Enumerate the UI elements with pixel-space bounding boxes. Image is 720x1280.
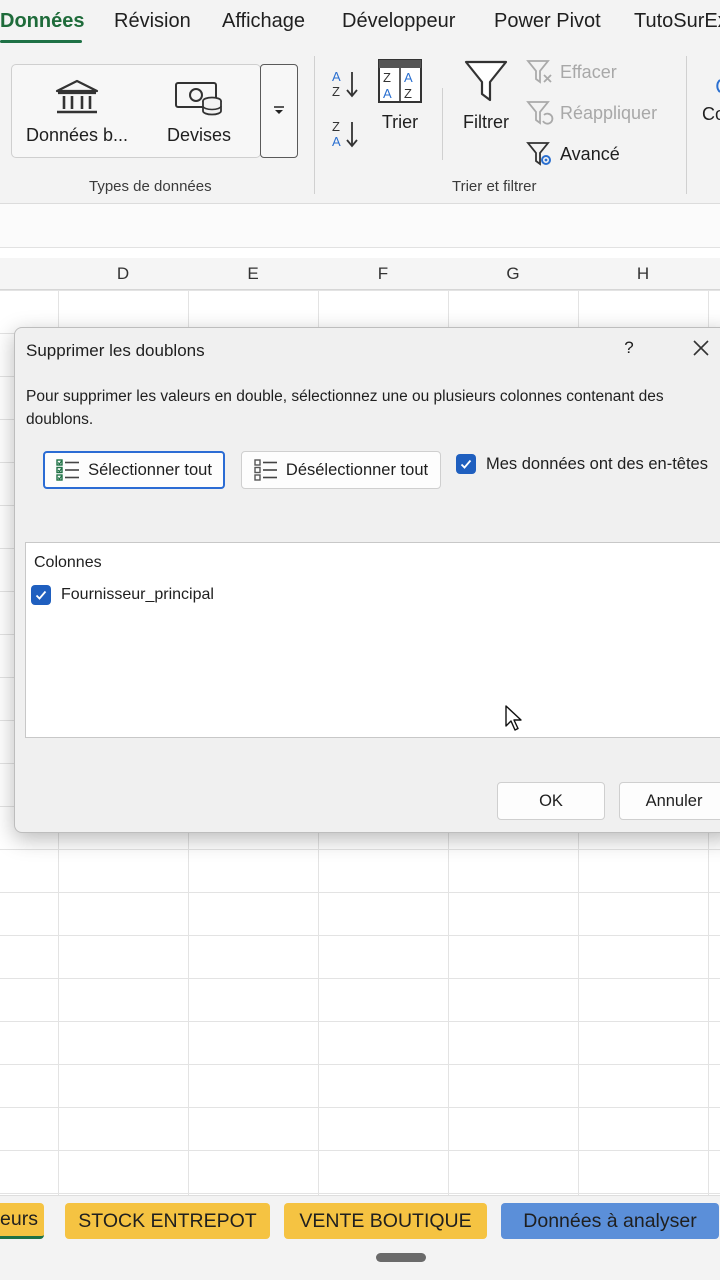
advanced-filter-button[interactable]: Avancé xyxy=(526,140,620,168)
clear-label: Effacer xyxy=(560,61,617,82)
bank-data-type-button[interactable]: Données b... xyxy=(22,79,132,146)
filter-icon xyxy=(464,60,508,102)
column-header-f[interactable]: F xyxy=(318,264,448,284)
group-divider xyxy=(442,88,443,160)
clear-filter-button[interactable]: Effacer xyxy=(526,58,617,86)
column-header-e[interactable]: E xyxy=(188,264,318,284)
clear-filter-icon xyxy=(526,60,552,84)
checkmark-icon xyxy=(35,590,47,600)
headers-checkbox-label: Mes données ont des en-têtes xyxy=(486,454,708,473)
data-types-gallery: Données b... Devises xyxy=(11,64,261,158)
currency-label: Devises xyxy=(166,125,232,145)
currency-icon xyxy=(175,82,222,116)
svg-text:A: A xyxy=(383,86,392,101)
sheet-tab-stock-entrepot[interactable]: STOCK ENTREPOT xyxy=(65,1203,270,1239)
bank-icon xyxy=(55,79,99,114)
sort-dialog-icon: Z A A Z xyxy=(378,59,422,103)
tab-power-pivot[interactable]: Power Pivot xyxy=(494,10,601,33)
filter-label: Filtrer xyxy=(463,112,509,132)
data-types-more-button[interactable] xyxy=(260,64,298,158)
svg-text:A: A xyxy=(404,70,413,85)
column-headers: D E F G H xyxy=(0,258,720,290)
sort-ascending-icon: A Z xyxy=(332,69,358,99)
svg-text:Z: Z xyxy=(332,84,340,99)
sheet-tab-label: STOCK ENTREPOT xyxy=(78,1209,257,1232)
checkmark-icon xyxy=(460,459,472,469)
svg-text:A: A xyxy=(332,134,341,149)
remove-duplicates-dialog: Supprimer les doublons ? Pour supprimer … xyxy=(14,327,720,833)
select-all-label: Sélectionner tout xyxy=(88,460,212,479)
sort-descending-icon: Z A xyxy=(332,119,358,149)
column-header-h[interactable]: H xyxy=(578,264,708,284)
svg-text:A: A xyxy=(332,69,341,84)
group-divider xyxy=(686,56,687,194)
cancel-label: Annuler xyxy=(645,791,703,810)
sort-ascending-button[interactable]: A Z xyxy=(330,68,362,100)
deselect-all-button[interactable]: Désélectionner tout xyxy=(241,451,441,489)
home-indicator[interactable] xyxy=(376,1253,426,1262)
columns-list: Colonnes Fournisseur_principal xyxy=(25,542,720,738)
bank-label: Données b... xyxy=(25,125,129,145)
columns-header: Colonnes xyxy=(34,554,102,571)
text-to-columns-button[interactable]: Co xyxy=(702,76,720,125)
sheet-tab-fournisseurs[interactable]: eurs xyxy=(0,1203,44,1239)
text-to-columns-icon xyxy=(716,79,720,93)
ribbon: Données b... Devises Types de données A … xyxy=(0,48,720,204)
sort-filter-group-label: Trier et filtrer xyxy=(452,178,537,195)
currency-data-type-button[interactable]: Devises xyxy=(154,79,244,146)
ok-button[interactable]: OK xyxy=(497,782,605,820)
sort-descending-button[interactable]: Z A xyxy=(330,118,362,150)
sort-label: Trier xyxy=(381,112,419,132)
sheet-tab-donnees-a-analyser[interactable]: Données à analyser xyxy=(501,1203,719,1239)
reapply-button[interactable]: Réappliquer xyxy=(526,99,657,127)
ok-label: OK xyxy=(539,791,563,810)
deselect-all-label: Désélectionner tout xyxy=(285,460,429,479)
close-icon xyxy=(693,340,709,356)
mouse-pointer-icon xyxy=(505,705,522,731)
select-all-icon xyxy=(56,459,80,481)
tab-revision[interactable]: Révision xyxy=(114,10,191,33)
formula-bar[interactable] xyxy=(0,204,720,248)
checkbox-checked[interactable] xyxy=(456,454,476,474)
group-divider xyxy=(314,56,315,194)
help-button[interactable]: ? xyxy=(619,338,639,358)
dialog-title: Supprimer les doublons xyxy=(26,341,205,360)
dialog-description: Pour supprimer les valeurs en double, sé… xyxy=(26,388,664,428)
data-types-group-label: Types de données xyxy=(89,178,212,195)
text-to-columns-label: Co xyxy=(702,104,720,124)
tab-donnees[interactable]: Données xyxy=(0,10,84,33)
deselect-all-icon xyxy=(254,459,277,481)
tab-tutosurexcel[interactable]: TutoSurExcel xyxy=(634,10,720,33)
tab-affichage[interactable]: Affichage xyxy=(222,10,305,33)
sheet-tab-label: Données à analyser xyxy=(523,1209,697,1232)
advanced-label: Avancé xyxy=(560,143,620,164)
column-item[interactable]: Fournisseur_principal xyxy=(31,585,214,605)
chevron-down-icon xyxy=(274,106,284,114)
checkbox-checked[interactable] xyxy=(31,585,51,605)
tab-developpeur[interactable]: Développeur xyxy=(342,10,455,33)
ribbon-tab-bar: Données Révision Affichage Développeur P… xyxy=(0,0,720,48)
sheet-tab-bar: eurs STOCK ENTREPOT VENTE BOUTIQUE Donné… xyxy=(0,1195,720,1247)
svg-text:Z: Z xyxy=(332,119,340,134)
active-tab-indicator xyxy=(0,40,82,43)
headers-checkbox[interactable]: Mes données ont des en-têtes xyxy=(456,454,708,474)
bottom-bar xyxy=(0,1247,720,1280)
reapply-label: Réappliquer xyxy=(560,102,658,123)
sort-button[interactable]: Z A A Z Trier xyxy=(372,58,428,133)
column-header-d[interactable]: D xyxy=(58,264,188,284)
close-button[interactable] xyxy=(689,336,713,360)
sheet-tab-label: eurs xyxy=(0,1208,38,1230)
sheet-tab-vente-boutique[interactable]: VENTE BOUTIQUE xyxy=(284,1203,487,1239)
advanced-filter-icon xyxy=(526,142,551,166)
sheet-tab-label: VENTE BOUTIQUE xyxy=(299,1209,472,1232)
svg-text:Z: Z xyxy=(383,70,391,85)
select-all-button[interactable]: Sélectionner tout xyxy=(43,451,225,489)
svg-text:Z: Z xyxy=(404,86,412,101)
cancel-button[interactable]: Annuler xyxy=(619,782,720,820)
column-item-label: Fournisseur_principal xyxy=(61,586,214,603)
reapply-icon xyxy=(526,101,554,125)
column-header-g[interactable]: G xyxy=(448,264,578,284)
filter-button[interactable]: Filtrer xyxy=(456,58,516,133)
